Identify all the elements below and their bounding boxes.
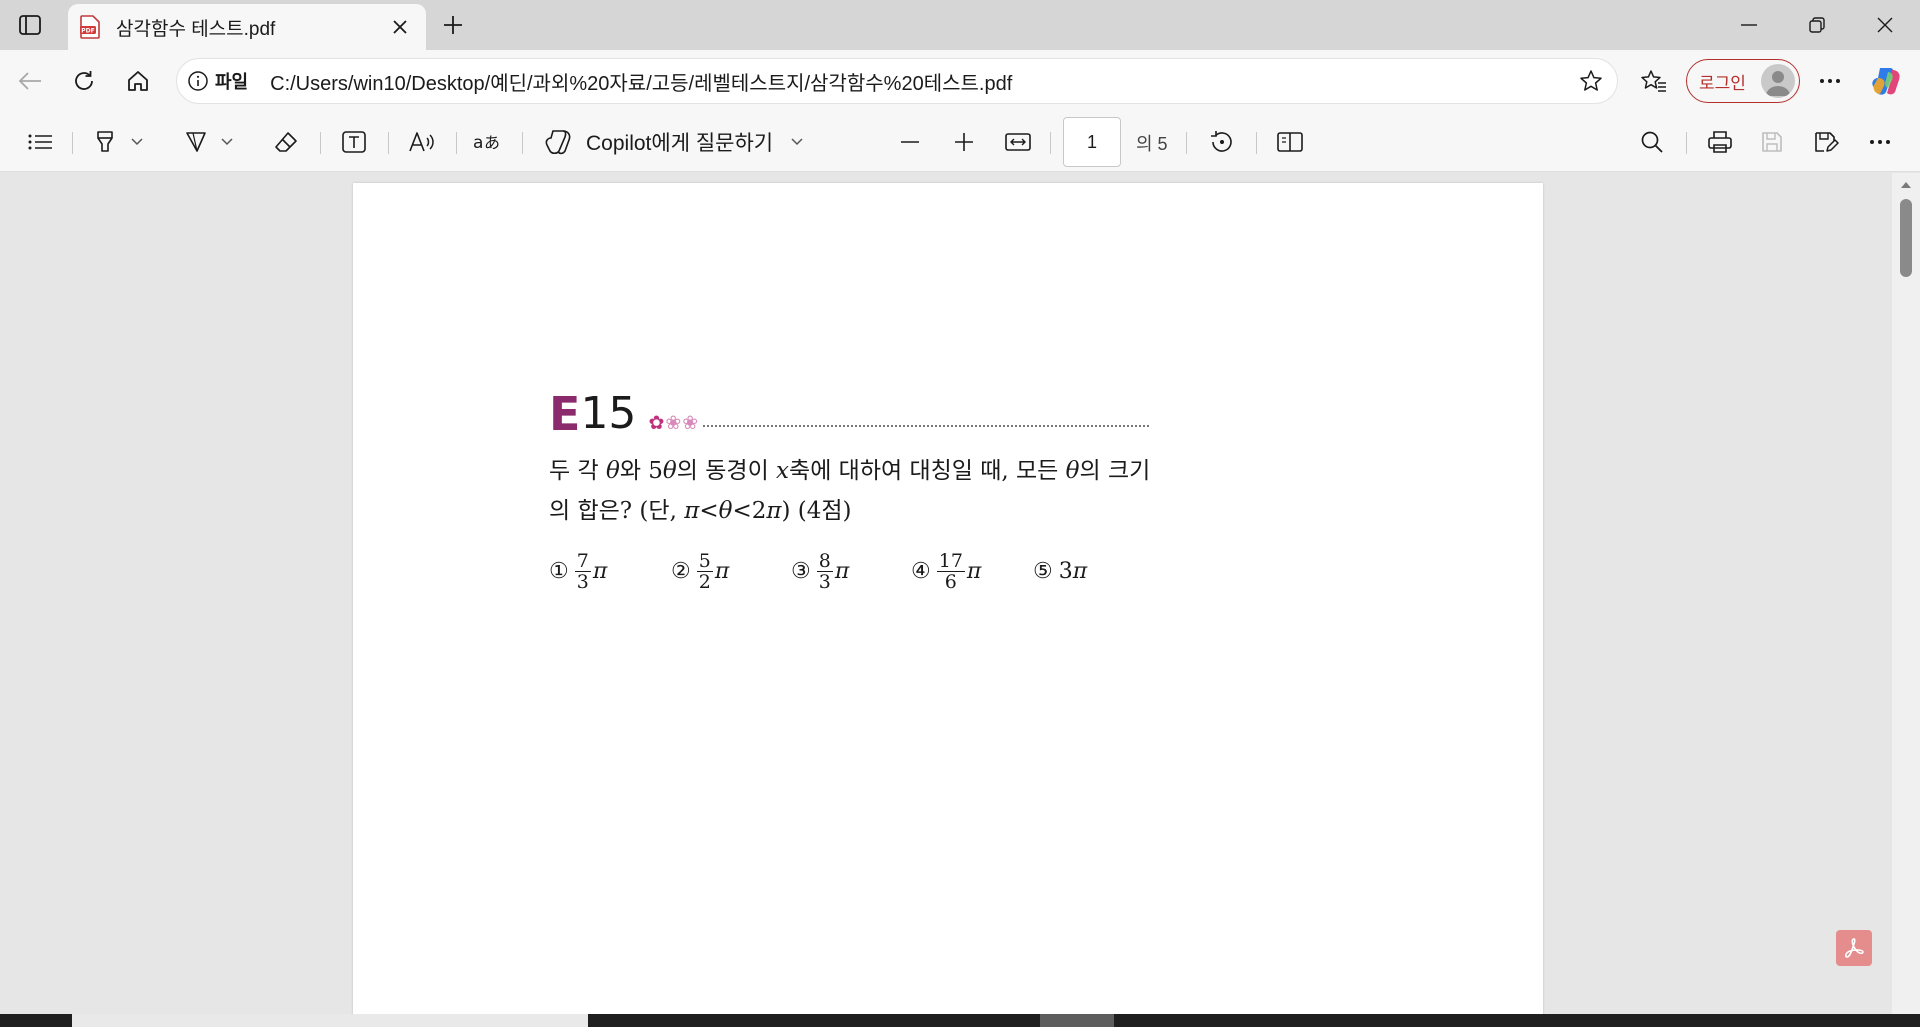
- scroll-up-arrow-icon[interactable]: [1900, 179, 1912, 191]
- new-tab-icon[interactable]: [436, 8, 470, 42]
- toolbar-divider: [72, 132, 73, 154]
- page-number-input[interactable]: 1: [1063, 117, 1121, 167]
- add-favorite-star-icon[interactable]: [1571, 61, 1611, 101]
- address-bar[interactable]: 파일 C:/Users/win10/Desktop/예딘/과외%20자료/고등/…: [176, 58, 1618, 104]
- minimize-icon[interactable]: [1720, 0, 1778, 50]
- taskbar-strip: [0, 1014, 1920, 1027]
- zoom-out-icon[interactable]: [890, 122, 930, 162]
- copilot-outline-icon: [545, 130, 571, 155]
- navigation-bar: 파일 C:/Users/win10/Desktop/예딘/과외%20자료/고등/…: [0, 50, 1920, 112]
- site-info-label[interactable]: 파일: [215, 68, 248, 94]
- choice-3: ③ 83π: [791, 549, 850, 593]
- toolbar-divider: [1686, 132, 1687, 154]
- copilot-ask-button[interactable]: Copilot에게 질문하기: [544, 122, 814, 162]
- more-options-icon[interactable]: [1810, 61, 1850, 101]
- table-of-contents-icon[interactable]: [20, 122, 60, 162]
- choice-2: ② 52π: [671, 549, 730, 593]
- dotted-rule: [703, 425, 1149, 427]
- back-arrow-icon[interactable]: [10, 61, 50, 101]
- choice-1: ① 73π: [549, 549, 608, 593]
- favorites-icon[interactable]: [1634, 61, 1674, 101]
- pdf-viewer[interactable]: E 15 ✿❀❀ 두 각 θ와 5θ의 동경이 x축에 대하여 대칭일 때, 모…: [5, 173, 1892, 1014]
- question-heading: E 15 ✿❀❀: [549, 391, 1149, 437]
- tab-actions-menu-icon[interactable]: [12, 9, 48, 41]
- page-view-icon[interactable]: [1270, 122, 1310, 162]
- chevron-down-icon: [131, 138, 143, 146]
- copilot-ask-label: Copilot에게 질문하기: [586, 132, 774, 155]
- rotate-icon[interactable]: [1202, 122, 1242, 162]
- tab-title: 삼각함수 테스트.pdf: [116, 18, 276, 40]
- vertical-scrollbar[interactable]: [1892, 173, 1920, 1014]
- question-number: 15: [580, 388, 637, 439]
- copilot-icon[interactable]: [1866, 61, 1906, 101]
- adobe-acrobat-icon[interactable]: [1836, 930, 1872, 966]
- add-text-icon[interactable]: [334, 122, 374, 162]
- pdf-toolbar: aあ Copilot에게 질문하기 1 의 5: [0, 112, 1920, 172]
- choice-5: ⑤ 3π: [1033, 558, 1088, 584]
- print-icon[interactable]: [1700, 122, 1740, 162]
- read-aloud-icon[interactable]: [402, 122, 442, 162]
- pdf-page: E 15 ✿❀❀ 두 각 θ와 5θ의 동경이 x축에 대하여 대칭일 때, 모…: [353, 183, 1543, 1014]
- toolbar-divider: [388, 132, 389, 154]
- svg-text:PDF: PDF: [81, 28, 94, 35]
- toolbar-divider: [1050, 132, 1051, 154]
- choice-4: ④ 17 6 π: [911, 549, 982, 593]
- scrollbar-thumb[interactable]: [1900, 199, 1912, 277]
- close-tab-icon[interactable]: [386, 13, 414, 41]
- pdf-more-options-icon[interactable]: [1860, 122, 1900, 162]
- fit-to-width-icon[interactable]: [998, 122, 1038, 162]
- toolbar-divider: [320, 132, 321, 154]
- active-tab[interactable]: PDF 삼각함수 테스트.pdf: [68, 4, 426, 50]
- draw-tool-button[interactable]: [176, 122, 240, 162]
- url-text[interactable]: C:/Users/win10/Desktop/예딘/과외%20자료/고등/레벨테…: [270, 67, 1571, 96]
- chevron-down-icon: [221, 138, 233, 146]
- page-total-label: 의 5: [1136, 134, 1168, 154]
- toolbar-divider: [522, 132, 523, 154]
- save-icon[interactable]: [1752, 122, 1792, 162]
- eraser-icon[interactable]: [266, 122, 306, 162]
- info-icon[interactable]: [185, 68, 211, 94]
- toolbar-divider: [1186, 132, 1187, 154]
- chevron-down-icon: [791, 138, 803, 146]
- avatar: [1761, 64, 1795, 98]
- login-label: 로그인: [1699, 73, 1746, 93]
- highlight-tool-button[interactable]: [86, 122, 150, 162]
- close-window-icon[interactable]: [1856, 0, 1914, 50]
- svg-text:a: a: [473, 133, 483, 153]
- taskbar-segment: [1040, 1014, 1114, 1027]
- question-text-line-1: 두 각 θ와 5θ의 동경이 x축에 대하여 대칭일 때, 모든 θ의 크기: [549, 458, 1151, 484]
- question-text-line-2: 의 합은? (단, π<θ<2π) (4점): [549, 498, 852, 524]
- search-icon[interactable]: [1632, 122, 1672, 162]
- taskbar-segment: [72, 1014, 588, 1027]
- question-letter: E: [549, 387, 581, 441]
- translate-icon[interactable]: aあ: [468, 122, 508, 162]
- login-button[interactable]: 로그인: [1686, 59, 1800, 103]
- restore-icon[interactable]: [1788, 0, 1846, 50]
- svg-text:あ: あ: [484, 133, 500, 152]
- home-icon[interactable]: [118, 61, 158, 101]
- save-as-icon[interactable]: [1806, 122, 1846, 162]
- zoom-in-icon[interactable]: [944, 122, 984, 162]
- pdf-file-icon: PDF: [78, 15, 102, 39]
- difficulty-flowers-icon: ✿❀❀: [648, 413, 700, 434]
- toolbar-divider: [1256, 132, 1257, 154]
- refresh-icon[interactable]: [64, 61, 104, 101]
- tab-strip: PDF 삼각함수 테스트.pdf: [0, 0, 1920, 50]
- toolbar-divider: [456, 132, 457, 154]
